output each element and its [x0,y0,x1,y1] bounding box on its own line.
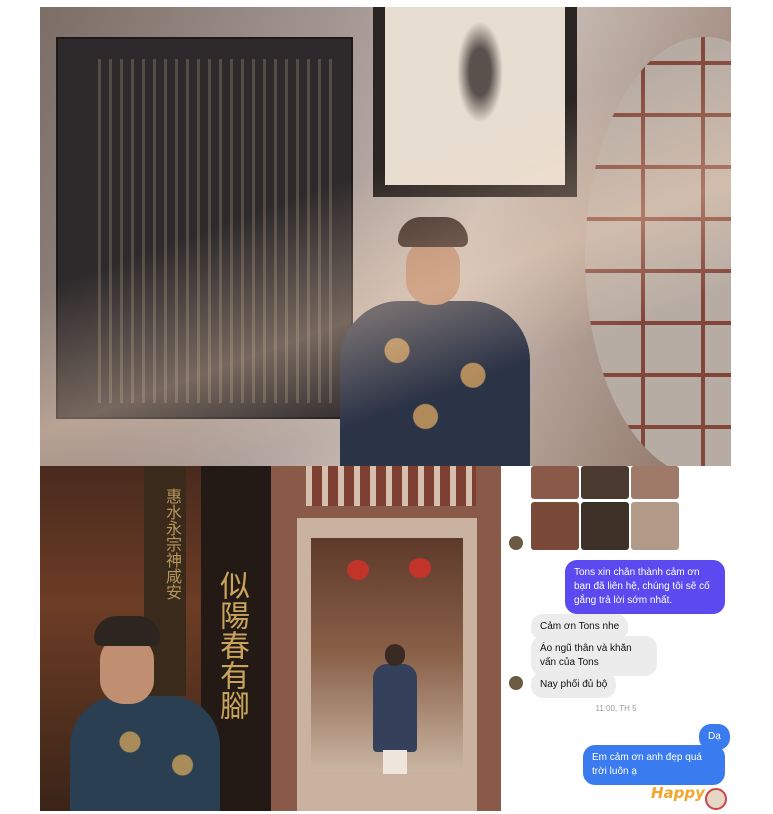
outgoing-message: Tons xin chân thành cảm ơn bạn đã liên h… [565,560,725,614]
bottom-left-photo: 惠水永宗神咸安 似陽春有腳 [40,466,271,811]
bottom-middle-photo [271,466,501,811]
avatar [509,676,523,690]
sticker-character-icon [705,788,727,810]
outgoing-message: Em cảm ơn anh đẹp quá trời luôn ạ [583,745,725,785]
lattice-transom [306,466,476,506]
side-pillar-text: 惠水永宗神咸安 [163,488,182,600]
lantern [409,558,431,578]
chat-screenshot: Tons xin chân thành cảm ơn bạn đã liên h… [501,466,731,811]
top-photo [40,7,731,466]
avatar [509,536,523,550]
chat-timestamp: 11:00, TH 5 [595,704,637,713]
man-seated-portrait [70,616,220,811]
happy-sticker: Happy [651,784,705,802]
incoming-message: Áo ngũ thân và khăn vấn của Tons [531,636,657,676]
man-standing-in-doorway [373,644,417,774]
incoming-message: Nay phối đủ bộ [531,672,617,698]
lantern [347,560,369,580]
